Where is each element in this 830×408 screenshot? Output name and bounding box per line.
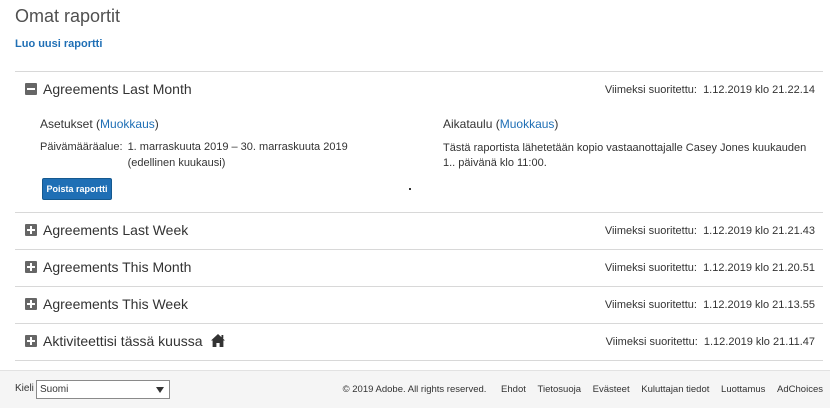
last-run-label: Viimeksi suoritettu:: [604, 262, 697, 274]
expand-icon[interactable]: [25, 261, 37, 273]
report-header[interactable]: Agreements This Week Viimeksi suoritettu…: [15, 287, 823, 323]
last-run-value: 1.12.2019 klo 21.21.43: [703, 225, 815, 237]
report-name[interactable]: Agreements Last Month: [43, 81, 192, 97]
last-run-label: Viimeksi suoritettu:: [604, 84, 697, 96]
footer-link-adchoices[interactable]: AdChoices: [777, 384, 823, 395]
settings-edit-link[interactable]: Muokkaus: [100, 117, 155, 131]
last-run-label: Viimeksi suoritettu:: [605, 336, 698, 348]
last-run-value: 1.12.2019 klo 21.13.55: [703, 299, 815, 311]
report-name[interactable]: Agreements This Week: [43, 296, 188, 312]
schedule-heading-label: Aikataulu: [443, 117, 493, 131]
report-name[interactable]: Agreements Last Week: [43, 222, 188, 238]
report-details: Asetukset (Muokkaus) Päivämääräalue: 1. …: [15, 108, 823, 212]
settings-heading-label: Asetukset: [40, 117, 93, 131]
last-run-value: 1.12.2019 klo 21.11.47: [703, 336, 815, 348]
report-item: Agreements Last Month Viimeksi suoritett…: [15, 72, 823, 213]
footer: Kieli Suomi © 2019 Adobe. All rights res…: [0, 370, 830, 408]
date-range-label: Päivämääräalue:: [40, 141, 123, 153]
report-header[interactable]: Agreements This Month Viimeksi suoritett…: [15, 250, 823, 286]
last-run-value: 1.12.2019 klo 21.20.51: [703, 262, 815, 274]
report-header[interactable]: Aktiviteettisi tässä kuussa Viimeksi suo…: [15, 324, 823, 360]
schedule-heading: Aikataulu (Muokkaus): [443, 117, 559, 131]
footer-link-cookies[interactable]: Evästeet: [593, 384, 630, 395]
last-run: Viimeksi suoritettu: 1.12.2019 klo 21.22…: [605, 84, 815, 96]
footer-link-trust[interactable]: Luottamus: [721, 384, 765, 395]
report-item: Aktiviteettisi tässä kuussa Viimeksi suo…: [15, 324, 823, 361]
language-label: Kieli: [15, 383, 34, 394]
settings-heading: Asetukset (Muokkaus): [40, 117, 159, 131]
copyright-text: © 2019 Adobe. All rights reserved.: [342, 384, 487, 395]
create-report-link[interactable]: Luo uusi raportti: [15, 38, 102, 50]
last-run: Viimeksi suoritettu: 1.12.2019 klo 21.11…: [606, 336, 815, 348]
report-item: Agreements This Month Viimeksi suoritett…: [15, 250, 823, 287]
last-run: Viimeksi suoritettu: 1.12.2019 klo 21.13…: [605, 299, 815, 311]
last-run-label: Viimeksi suoritettu:: [604, 225, 697, 237]
last-run: Viimeksi suoritettu: 1.12.2019 klo 21.20…: [605, 262, 815, 274]
footer-link-consumer-info[interactable]: Kuluttajan tiedot: [641, 384, 709, 395]
date-range-row: Päivämääräalue: 1. marraskuuta 2019 – 30…: [40, 141, 395, 171]
report-header[interactable]: Agreements Last Month Viimeksi suoritett…: [15, 72, 823, 108]
stray-dot: [409, 188, 411, 190]
date-range-value: 1. marraskuuta 2019 – 30. marraskuuta 20…: [127, 141, 348, 169]
report-name[interactable]: Agreements This Month: [43, 259, 191, 275]
expand-icon[interactable]: [25, 298, 37, 310]
settings-section: Asetukset (Muokkaus) Päivämääräalue: 1. …: [40, 117, 395, 171]
footer-links: © 2019 Adobe. All rights reserved. Ehdot…: [343, 384, 823, 395]
page-title: Omat raportit: [15, 6, 121, 26]
report-list: Agreements Last Month Viimeksi suoritett…: [15, 72, 823, 361]
expand-icon[interactable]: [25, 224, 37, 236]
schedule-text: Tästä raportista lähetetään kopio vastaa…: [443, 142, 807, 169]
dropdown-arrow-icon: [156, 387, 164, 393]
footer-link-terms[interactable]: Ehdot: [501, 384, 526, 395]
language-value: Suomi: [40, 384, 69, 395]
home-icon: [211, 334, 225, 347]
delete-report-button[interactable]: Poista raportti: [42, 178, 112, 200]
last-run: Viimeksi suoritettu: 1.12.2019 klo 21.21…: [605, 225, 815, 237]
footer-link-privacy[interactable]: Tietosuoja: [538, 384, 581, 395]
schedule-edit-link[interactable]: Muokkaus: [500, 117, 555, 131]
last-run-value: 1.12.2019 klo 21.22.14: [703, 84, 815, 96]
expand-icon[interactable]: [25, 335, 37, 347]
report-name[interactable]: Aktiviteettisi tässä kuussa: [43, 333, 203, 349]
report-header[interactable]: Agreements Last Week Viimeksi suoritettu…: [15, 213, 823, 249]
report-item: Agreements Last Week Viimeksi suoritettu…: [15, 213, 823, 250]
schedule-section: Aikataulu (Muokkaus) Tästä raportista lä…: [443, 117, 815, 171]
language-select[interactable]: Suomi: [36, 380, 170, 399]
last-run-label: Viimeksi suoritettu:: [604, 299, 697, 311]
collapse-icon[interactable]: [25, 83, 37, 95]
report-item: Agreements This Week Viimeksi suoritettu…: [15, 287, 823, 324]
